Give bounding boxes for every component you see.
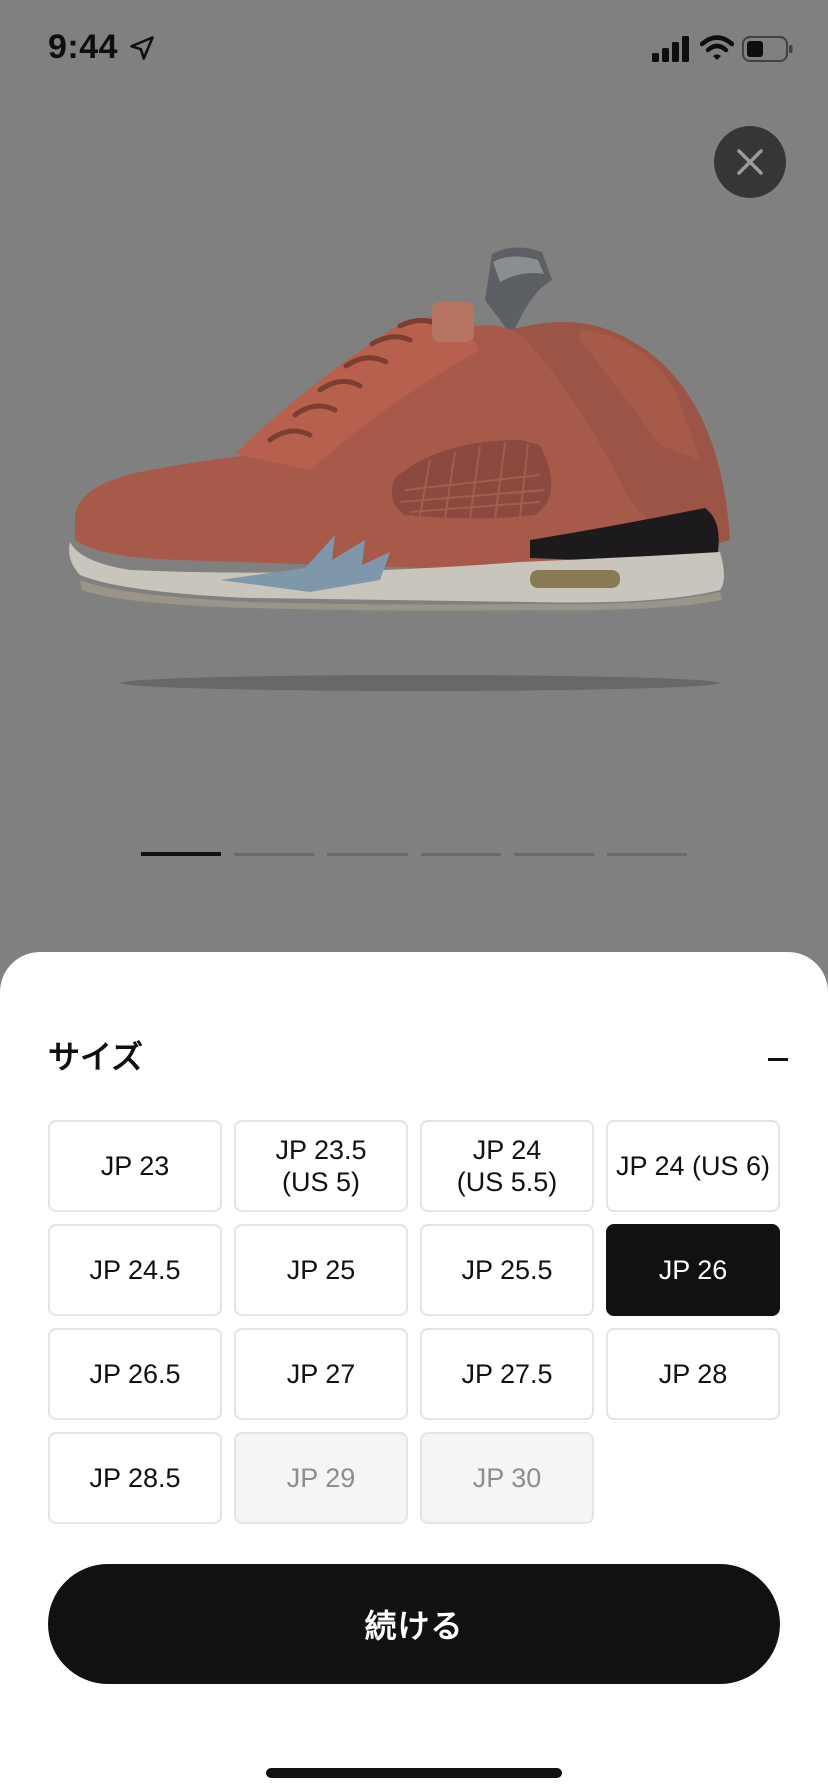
size-option-label: JP 30 [472,1463,542,1493]
collapse-button[interactable] [760,1048,792,1072]
size-option-label: JP 25.5 [461,1255,553,1285]
size-option-label: JP 29 [286,1463,356,1493]
image-pager[interactable] [141,852,688,858]
size-option[interactable]: JP 24 (US 6) [606,1120,780,1212]
size-option[interactable]: JP 25.5 [420,1224,594,1316]
size-option[interactable]: JP 23 [48,1120,222,1212]
size-option-label: JP 26.5 [89,1359,181,1389]
size-option-label: JP 25 [286,1255,356,1285]
size-option[interactable]: JP 28 [606,1328,780,1420]
size-option[interactable]: JP 27 [234,1328,408,1420]
size-option-label: JP 23 [100,1151,170,1181]
size-option-label: JP 28 [658,1359,728,1389]
wifi-icon [700,35,734,60]
pager-indicator-5[interactable] [513,853,594,856]
location-arrow-icon [130,36,154,60]
size-option: JP 29 [234,1432,408,1524]
size-option: JP 30 [420,1432,594,1524]
size-option-label: JP 27.5 [461,1359,553,1389]
size-option-label: JP 24 (US 6) [615,1151,771,1181]
size-option[interactable]: JP 26 [606,1224,780,1316]
home-indicator [266,1768,562,1778]
minus-icon [768,1058,788,1061]
sneaker-photo[interactable] [60,240,780,700]
size-option-label: JP 27 [286,1359,356,1389]
dimmed-product-view: 9:44 [0,0,828,960]
size-option[interactable]: JP 24 (US 5.5) [420,1120,594,1212]
size-option-label: JP 26 [658,1255,728,1285]
size-option[interactable]: JP 23.5 (US 5) [234,1120,408,1212]
cellular-signal-icon [652,36,689,62]
size-option-label: JP 24 (US 5.5) [456,1135,558,1197]
size-option[interactable]: JP 24.5 [48,1224,222,1316]
sheet-title: サイズ [48,1039,144,1075]
pager-indicator-4[interactable] [420,853,501,856]
pager-indicator-1[interactable] [141,852,222,856]
pager-indicator-6[interactable] [606,853,688,856]
size-grid: JP 23 JP 23.5 (US 5) JP 24 (US 5.5) JP 24 (… [48,1120,780,1524]
size-option[interactable]: JP 26.5 [48,1328,222,1420]
pager-indicator-2[interactable] [234,853,315,856]
close-button[interactable] [714,126,786,198]
size-option[interactable]: JP 27.5 [420,1328,594,1420]
continue-button[interactable]: 続ける [48,1564,780,1684]
size-option-label: JP 24.5 [89,1255,181,1285]
close-icon [737,149,763,175]
battery-icon [742,36,793,62]
status-bar: 9:44 [0,0,828,100]
size-option[interactable]: JP 25 [234,1224,408,1316]
pager-indicator-3[interactable] [327,853,408,856]
size-option-label: JP 23.5 (US 5) [275,1135,367,1197]
size-option-label: JP 28.5 [89,1463,181,1493]
size-option[interactable]: JP 28.5 [48,1432,222,1524]
size-bottom-sheet: サイズ JP 23 JP 23.5 (US 5) JP 24 (US 5.5) JP … [0,952,828,1792]
status-time: 9:44 [48,28,119,66]
